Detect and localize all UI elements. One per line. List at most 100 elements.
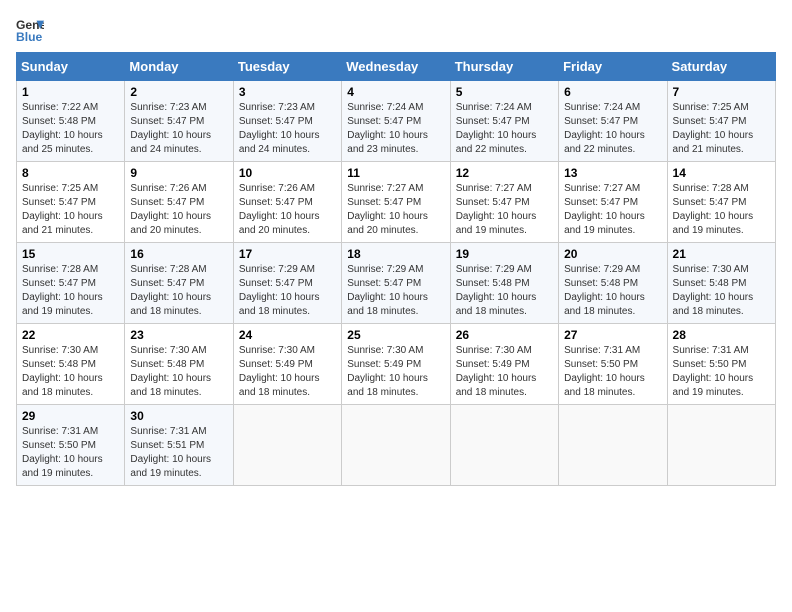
cell-sun-info: Sunrise: 7:30 AMSunset: 5:48 PMDaylight:… (130, 344, 227, 400)
day-number: 6 (564, 85, 661, 99)
calendar-cell (559, 405, 667, 486)
column-header-saturday: Saturday (667, 53, 775, 81)
day-number: 15 (22, 247, 119, 261)
cell-sun-info: Sunrise: 7:30 AMSunset: 5:48 PMDaylight:… (673, 263, 770, 319)
cell-sun-info: Sunrise: 7:31 AMSunset: 5:51 PMDaylight:… (130, 425, 227, 481)
calendar-header-row: SundayMondayTuesdayWednesdayThursdayFrid… (17, 53, 776, 81)
cell-sun-info: Sunrise: 7:24 AMSunset: 5:47 PMDaylight:… (347, 101, 444, 157)
day-number: 2 (130, 85, 227, 99)
cell-sun-info: Sunrise: 7:30 AMSunset: 5:49 PMDaylight:… (239, 344, 336, 400)
calendar-cell: 20Sunrise: 7:29 AMSunset: 5:48 PMDayligh… (559, 243, 667, 324)
cell-sun-info: Sunrise: 7:30 AMSunset: 5:48 PMDaylight:… (22, 344, 119, 400)
cell-sun-info: Sunrise: 7:29 AMSunset: 5:47 PMDaylight:… (347, 263, 444, 319)
calendar-cell: 29 Sunrise: 7:31 AMSunset: 5:50 PMDayligh… (17, 405, 125, 486)
calendar-cell: 22 Sunrise: 7:30 AMSunset: 5:48 PMDayligh… (17, 324, 125, 405)
cell-sun-info: Sunrise: 7:27 AMSunset: 5:47 PMDaylight:… (564, 182, 661, 238)
calendar-cell: 7 Sunrise: 7:25 AMSunset: 5:47 PMDaylight… (667, 81, 775, 162)
day-number: 10 (239, 166, 336, 180)
day-number: 30 (130, 409, 227, 423)
cell-sun-info: Sunrise: 7:22 AMSunset: 5:48 PMDaylight:… (22, 101, 119, 157)
day-number: 28 (673, 328, 770, 342)
calendar-cell: 6 Sunrise: 7:24 AMSunset: 5:47 PMDaylight… (559, 81, 667, 162)
column-header-sunday: Sunday (17, 53, 125, 81)
day-number: 8 (22, 166, 119, 180)
day-number: 25 (347, 328, 444, 342)
calendar-cell: 18Sunrise: 7:29 AMSunset: 5:47 PMDayligh… (342, 243, 450, 324)
week-row-3: 15 Sunrise: 7:28 AMSunset: 5:47 PMDayligh… (17, 243, 776, 324)
column-header-monday: Monday (125, 53, 233, 81)
calendar-cell: 12Sunrise: 7:27 AMSunset: 5:47 PMDayligh… (450, 162, 558, 243)
calendar-cell (342, 405, 450, 486)
calendar-cell: 19 Sunrise: 7:29 AMSunset: 5:48 PMDayligh… (450, 243, 558, 324)
day-number: 24 (239, 328, 336, 342)
day-number: 22 (22, 328, 119, 342)
calendar-cell: 21 Sunrise: 7:30 AMSunset: 5:48 PMDayligh… (667, 243, 775, 324)
calendar-cell: 17 Sunrise: 7:29 AMSunset: 5:47 PMDayligh… (233, 243, 341, 324)
cell-sun-info: Sunrise: 7:29 AMSunset: 5:48 PMDaylight:… (456, 263, 553, 319)
week-row-5: 29 Sunrise: 7:31 AMSunset: 5:50 PMDayligh… (17, 405, 776, 486)
calendar-cell: 13 Sunrise: 7:27 AMSunset: 5:47 PMDayligh… (559, 162, 667, 243)
day-number: 16 (130, 247, 227, 261)
calendar-cell: 8 Sunrise: 7:25 AMSunset: 5:47 PMDaylight… (17, 162, 125, 243)
calendar-cell: 26Sunrise: 7:30 AMSunset: 5:49 PMDayligh… (450, 324, 558, 405)
calendar-cell: 10 Sunrise: 7:26 AMSunset: 5:47 PMDayligh… (233, 162, 341, 243)
day-number: 23 (130, 328, 227, 342)
column-header-friday: Friday (559, 53, 667, 81)
calendar-cell: 30 Sunrise: 7:31 AMSunset: 5:51 PMDayligh… (125, 405, 233, 486)
day-number: 13 (564, 166, 661, 180)
week-row-2: 8 Sunrise: 7:25 AMSunset: 5:47 PMDaylight… (17, 162, 776, 243)
day-number: 21 (673, 247, 770, 261)
calendar-cell (667, 405, 775, 486)
cell-sun-info: Sunrise: 7:27 AMSunset: 5:47 PMDaylight:… (347, 182, 444, 238)
week-row-1: 1 Sunrise: 7:22 AMSunset: 5:48 PMDaylight… (17, 81, 776, 162)
cell-sun-info: Sunrise: 7:31 AMSunset: 5:50 PMDaylight:… (564, 344, 661, 400)
calendar-cell: 23 Sunrise: 7:30 AMSunset: 5:48 PMDayligh… (125, 324, 233, 405)
calendar-cell: 24 Sunrise: 7:30 AMSunset: 5:49 PMDayligh… (233, 324, 341, 405)
cell-sun-info: Sunrise: 7:26 AMSunset: 5:47 PMDaylight:… (239, 182, 336, 238)
column-header-tuesday: Tuesday (233, 53, 341, 81)
calendar-cell: 2 Sunrise: 7:23 AMSunset: 5:47 PMDaylight… (125, 81, 233, 162)
week-row-4: 22 Sunrise: 7:30 AMSunset: 5:48 PMDayligh… (17, 324, 776, 405)
svg-text:Blue: Blue (16, 30, 43, 44)
cell-sun-info: Sunrise: 7:31 AMSunset: 5:50 PMDaylight:… (673, 344, 770, 400)
calendar-cell: 3 Sunrise: 7:23 AMSunset: 5:47 PMDaylight… (233, 81, 341, 162)
calendar-cell: 5 Sunrise: 7:24 AMSunset: 5:47 PMDaylight… (450, 81, 558, 162)
calendar-cell: 1 Sunrise: 7:22 AMSunset: 5:48 PMDaylight… (17, 81, 125, 162)
cell-sun-info: Sunrise: 7:25 AMSunset: 5:47 PMDaylight:… (673, 101, 770, 157)
calendar-cell (450, 405, 558, 486)
cell-sun-info: Sunrise: 7:27 AMSunset: 5:47 PMDaylight:… (456, 182, 553, 238)
cell-sun-info: Sunrise: 7:28 AMSunset: 5:47 PMDaylight:… (673, 182, 770, 238)
cell-sun-info: Sunrise: 7:29 AMSunset: 5:47 PMDaylight:… (239, 263, 336, 319)
calendar-cell: 27 Sunrise: 7:31 AMSunset: 5:50 PMDayligh… (559, 324, 667, 405)
day-number: 4 (347, 85, 444, 99)
column-header-thursday: Thursday (450, 53, 558, 81)
header: General Blue (16, 16, 776, 44)
logo: General Blue (16, 16, 44, 44)
calendar-table: SundayMondayTuesdayWednesdayThursdayFrid… (16, 52, 776, 486)
cell-sun-info: Sunrise: 7:30 AMSunset: 5:49 PMDaylight:… (347, 344, 444, 400)
day-number: 29 (22, 409, 119, 423)
day-number: 27 (564, 328, 661, 342)
cell-sun-info: Sunrise: 7:28 AMSunset: 5:47 PMDaylight:… (22, 263, 119, 319)
day-number: 7 (673, 85, 770, 99)
cell-sun-info: Sunrise: 7:24 AMSunset: 5:47 PMDaylight:… (456, 101, 553, 157)
cell-sun-info: Sunrise: 7:23 AMSunset: 5:47 PMDaylight:… (130, 101, 227, 157)
cell-sun-info: Sunrise: 7:24 AMSunset: 5:47 PMDaylight:… (564, 101, 661, 157)
day-number: 1 (22, 85, 119, 99)
calendar-cell: 28 Sunrise: 7:31 AMSunset: 5:50 PMDayligh… (667, 324, 775, 405)
column-header-wednesday: Wednesday (342, 53, 450, 81)
cell-sun-info: Sunrise: 7:25 AMSunset: 5:47 PMDaylight:… (22, 182, 119, 238)
day-number: 20 (564, 247, 661, 261)
day-number: 5 (456, 85, 553, 99)
day-number: 9 (130, 166, 227, 180)
calendar-cell: 9 Sunrise: 7:26 AMSunset: 5:47 PMDaylight… (125, 162, 233, 243)
calendar-cell: 11Sunrise: 7:27 AMSunset: 5:47 PMDayligh… (342, 162, 450, 243)
calendar-cell: 25 Sunrise: 7:30 AMSunset: 5:49 PMDayligh… (342, 324, 450, 405)
day-number: 19 (456, 247, 553, 261)
cell-sun-info: Sunrise: 7:23 AMSunset: 5:47 PMDaylight:… (239, 101, 336, 157)
day-number: 17 (239, 247, 336, 261)
cell-sun-info: Sunrise: 7:31 AMSunset: 5:50 PMDaylight:… (22, 425, 119, 481)
day-number: 3 (239, 85, 336, 99)
cell-sun-info: Sunrise: 7:26 AMSunset: 5:47 PMDaylight:… (130, 182, 227, 238)
calendar-cell: 14Sunrise: 7:28 AMSunset: 5:47 PMDayligh… (667, 162, 775, 243)
